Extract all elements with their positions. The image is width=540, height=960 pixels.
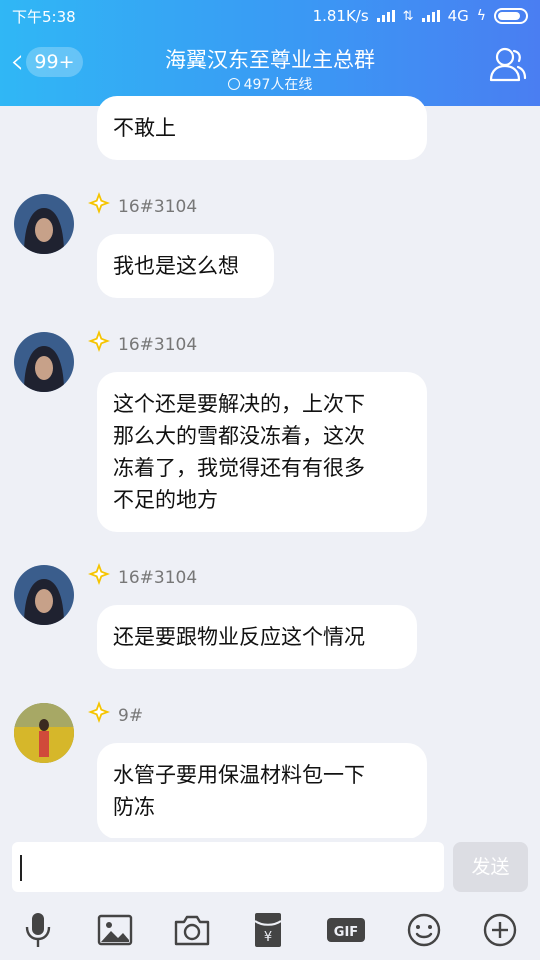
avatar[interactable]: [14, 332, 74, 392]
gif-icon[interactable]: GIF: [326, 912, 366, 948]
emoji-icon[interactable]: [404, 912, 444, 948]
avatar-image: [14, 703, 74, 763]
signal-icon: [376, 10, 395, 22]
sender-name: 16#3104: [118, 568, 198, 588]
message-text-line: 水管子要用保温材料包一下: [113, 763, 365, 787]
message-text: 我也是这么想: [113, 254, 239, 278]
text-caret: [20, 855, 22, 881]
message-bubble[interactable]: 还是要跟物业反应这个情况: [97, 605, 417, 669]
mic-icon[interactable]: [18, 912, 58, 948]
plus-icon[interactable]: [480, 912, 520, 948]
svg-text:¥: ¥: [264, 930, 272, 945]
online-status: 497人在线: [0, 74, 540, 94]
status-time: 下午5:38: [12, 7, 76, 26]
message-text: 不敢上: [113, 116, 176, 140]
data-arrows-icon: ⇅: [402, 8, 414, 24]
avatar[interactable]: [14, 703, 74, 763]
gif-label: GIF: [334, 925, 358, 940]
group-members-button[interactable]: [488, 46, 528, 82]
message-text-line: 不足的地方: [113, 488, 218, 512]
image-icon[interactable]: [95, 912, 135, 948]
signal-icon-2: [421, 10, 440, 22]
message-bubble[interactable]: 水管子要用保温材料包一下 防冻: [97, 743, 427, 839]
status-bar: 下午5:38 1.81K/s ⇅ 4G ϟ: [0, 0, 540, 32]
message-text-line: 冻着了，我觉得还有有很多: [113, 456, 365, 480]
online-count: 497人在线: [243, 77, 313, 93]
sender-name: 16#3104: [118, 335, 198, 355]
chat-header: ‹ 99+ 海翼汉东至尊业主总群 497人在线: [0, 32, 540, 106]
message-bubble[interactable]: 这个还是要解决的，上次下 那么大的雪都没冻着，这次 冻着了，我觉得还有有很多 不…: [97, 372, 427, 532]
charging-icon: ϟ: [476, 8, 486, 24]
avatar-image: [14, 332, 74, 392]
status-right: 1.81K/s ⇅ 4G ϟ: [313, 7, 528, 25]
chat-title: 海翼汉东至尊业主总群: [165, 48, 375, 72]
message-input[interactable]: [12, 842, 444, 892]
header-bar: 下午5:38 1.81K/s ⇅ 4G ϟ ‹ 99+ 海翼汉东至尊业主总群 4…: [0, 0, 540, 106]
message-text-line: 这个还是要解决的，上次下: [113, 392, 365, 416]
sender-name: 16#3104: [118, 197, 198, 217]
message-bubble[interactable]: 不敢上: [97, 96, 427, 160]
avatar[interactable]: [14, 565, 74, 625]
avatar-image: [14, 565, 74, 625]
send-button[interactable]: 发送: [453, 842, 528, 892]
red-packet-icon[interactable]: ¥: [248, 912, 288, 948]
star-icon: [88, 563, 110, 585]
message-text-line: 那么大的雪都没冻着，这次: [113, 424, 365, 448]
message-bubble[interactable]: 我也是这么想: [97, 234, 274, 298]
star-icon: [88, 192, 110, 214]
online-icon: [227, 78, 240, 90]
bottom-toolbar: ¥ GIF: [0, 898, 540, 960]
message-text: 还是要跟物业反应这个情况: [113, 625, 365, 649]
avatar[interactable]: [14, 194, 74, 254]
input-bar: 发送: [0, 838, 540, 898]
sender-name: 9#: [118, 706, 144, 726]
person-icon: [489, 47, 527, 82]
star-icon: [88, 701, 110, 723]
camera-icon[interactable]: [172, 912, 212, 948]
network-type: 4G: [447, 7, 469, 25]
message-text-line: 防冻: [113, 795, 155, 819]
avatar-image: [14, 194, 74, 254]
network-speed: 1.81K/s: [312, 7, 369, 25]
battery-icon: [494, 8, 528, 24]
star-icon: [88, 330, 110, 352]
